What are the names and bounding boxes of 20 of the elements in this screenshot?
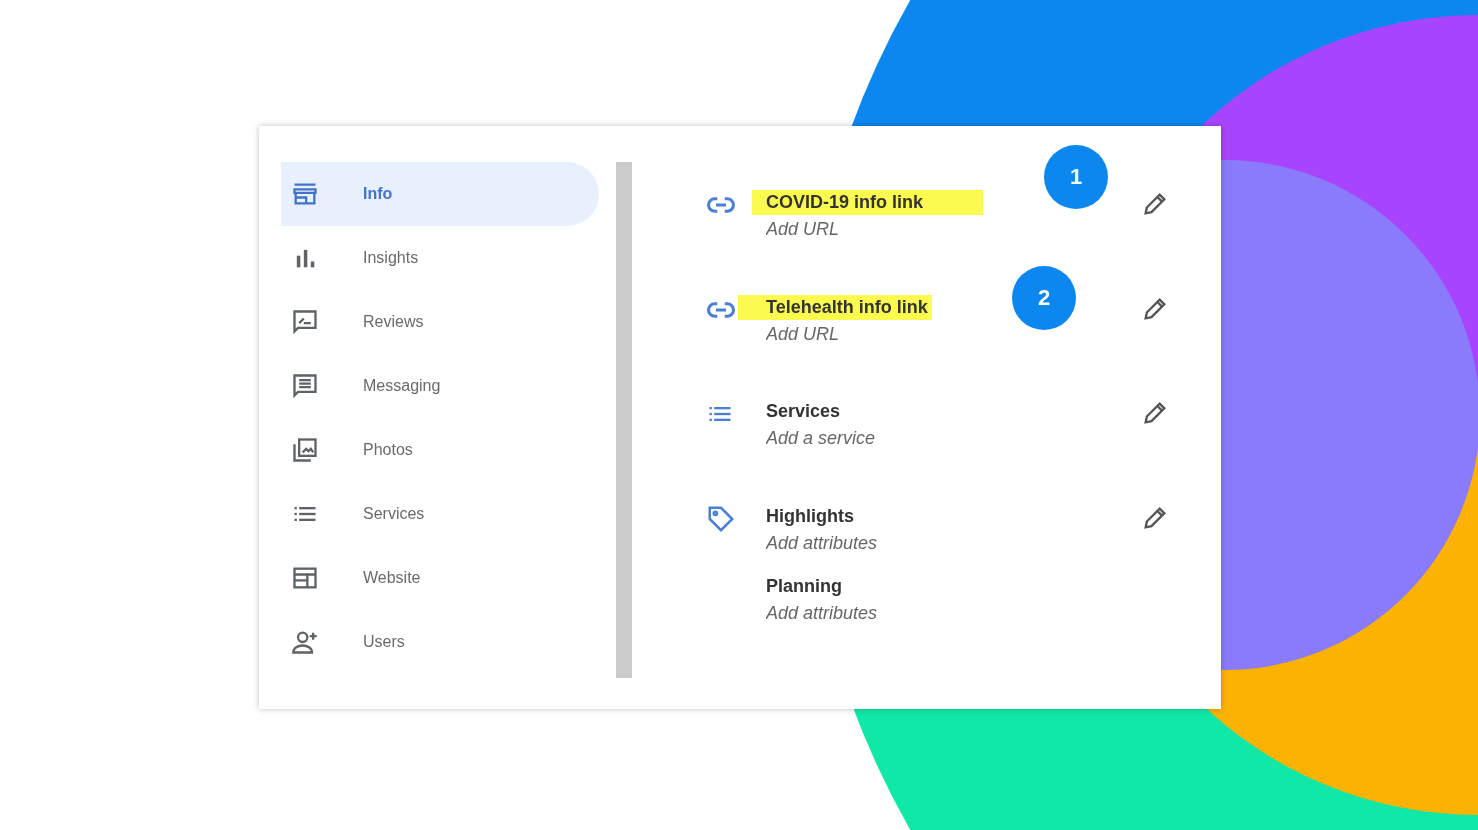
- sidebar-item[interactable]: Website: [281, 546, 599, 610]
- field-title: COVID-19 info link: [752, 190, 984, 215]
- review-icon: [291, 308, 319, 336]
- sidebar-item[interactable]: Messaging: [281, 354, 599, 418]
- scrollbar[interactable]: [616, 162, 632, 678]
- field-title: Services: [766, 400, 841, 424]
- step-number-badge: 1: [1044, 145, 1108, 209]
- step-number-badge: 2: [1012, 265, 1076, 330]
- sidebar-item[interactable]: Photos: [281, 418, 599, 482]
- sidebar-item[interactable]: Insights: [281, 226, 599, 290]
- edit-icon[interactable]: [1141, 190, 1169, 218]
- field-title: Planning: [766, 575, 842, 599]
- sidebar-item[interactable]: Reviews: [281, 290, 599, 354]
- sidebar-item[interactable]: Info: [281, 162, 599, 226]
- sidebar-item[interactable]: Users: [281, 610, 599, 674]
- field-title: Highlights: [766, 504, 854, 528]
- sidebar-item[interactable]: Services: [281, 482, 599, 546]
- photos-icon: [291, 436, 319, 464]
- message-icon: [291, 372, 319, 400]
- field-title: Telehealth info link: [738, 294, 932, 320]
